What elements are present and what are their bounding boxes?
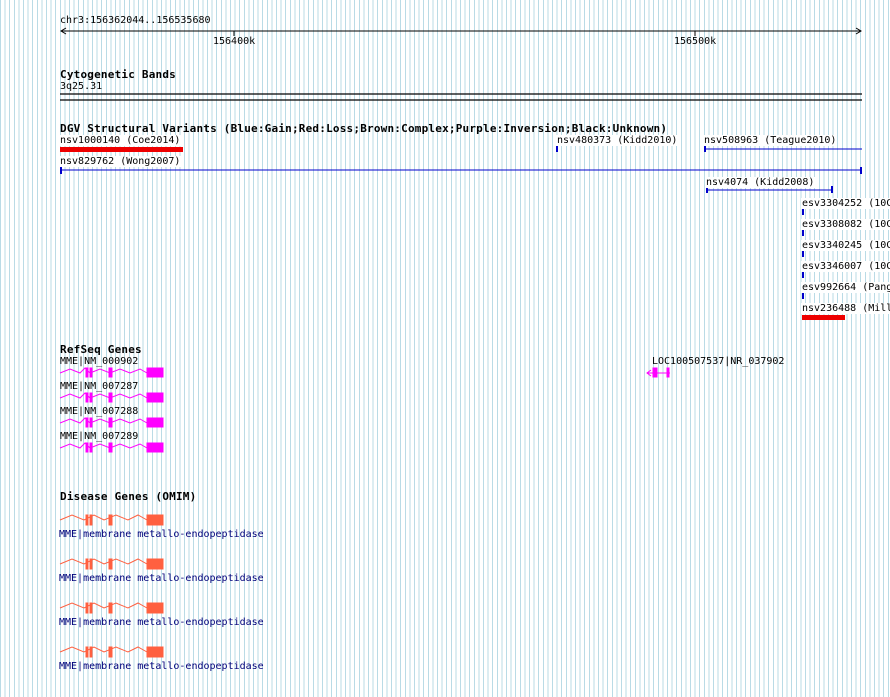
omim-glyph-1 (59, 514, 164, 526)
omim-glyph-2 (59, 558, 164, 570)
refseq-label-loc100507537[interactable]: LOC100507537|NR_037902 (652, 356, 784, 367)
omim-glyph-4 (59, 646, 164, 658)
dgv-label-esv3340245[interactable]: esv3340245 (10C (801, 240, 890, 251)
refseq-glyph-nm007288 (59, 417, 164, 428)
refseq-track-title: RefSeq Genes (60, 343, 142, 356)
dgv-label-nsv4074[interactable]: nsv4074 (Kidd2008) (705, 177, 816, 188)
dgv-label-nsv829762[interactable]: nsv829762 (Wong2007) (59, 156, 182, 167)
cytoband-ideogram (60, 93, 862, 101)
dgv-track-title: DGV Structural Variants (Blue:Gain;Red:L… (60, 122, 668, 135)
ruler-tick-label-156400k: 156400k (213, 36, 256, 47)
refseq-label-nm000902[interactable]: MME|NM_000902 (60, 356, 138, 367)
refseq-glyph-nm000902 (59, 367, 164, 378)
refseq-label-nm007289[interactable]: MME|NM_007289 (60, 431, 138, 442)
dgv-label-esv3346007[interactable]: esv3346007 (10C (801, 261, 890, 272)
ruler-tick-label-156500k: 156500k (674, 36, 717, 47)
refseq-label-nm007287[interactable]: MME|NM_007287 (60, 381, 138, 392)
dgv-bar-nsv1000140 (60, 147, 183, 152)
dgv-label-nsv508963[interactable]: nsv508963 (Teague2010) (703, 135, 838, 146)
omim-label-1[interactable]: MME|membrane metallo-endopeptidase (59, 529, 264, 540)
ruler-axis (60, 27, 862, 36)
dgv-label-esv992664[interactable]: esv992664 (Pang (801, 282, 890, 293)
dgv-variant-bars[interactable] (60, 145, 862, 320)
cytoband-track-title: Cytogenetic Bands (60, 68, 176, 81)
refseq-glyph-loc100507537 (646, 367, 670, 378)
dgv-bar-nsv508963 (704, 145, 862, 152)
refseq-gene-glyphs[interactable] (59, 367, 670, 453)
omim-label-3[interactable]: MME|membrane metallo-endopeptidase (59, 617, 264, 628)
omim-glyph-3 (59, 602, 164, 614)
omim-label-4[interactable]: MME|membrane metallo-endopeptidase (59, 661, 264, 672)
omim-label-2[interactable]: MME|membrane metallo-endopeptidase (59, 573, 264, 584)
dgv-label-esv3308082[interactable]: esv3308082 (10C (801, 219, 890, 230)
dgv-label-nsv236488[interactable]: nsv236488 (Mill (801, 303, 890, 314)
dgv-label-nsv480373[interactable]: nsv480373 (Kidd2010) (556, 135, 679, 146)
cytoband-label: 3q25.31 (60, 81, 103, 92)
dgv-bar-nsv236488 (802, 315, 845, 320)
dgv-label-nsv1000140[interactable]: nsv1000140 (Coe2014) (59, 135, 182, 146)
refseq-glyph-nm007289 (59, 442, 164, 453)
refseq-label-nm007288[interactable]: MME|NM_007288 (60, 406, 138, 417)
refseq-glyph-nm007287 (59, 392, 164, 403)
dgv-bar-nsv829762 (60, 167, 862, 174)
omim-track-title: Disease Genes (OMIM) (60, 490, 197, 503)
dgv-label-esv3304252[interactable]: esv3304252 (10C (801, 198, 890, 209)
